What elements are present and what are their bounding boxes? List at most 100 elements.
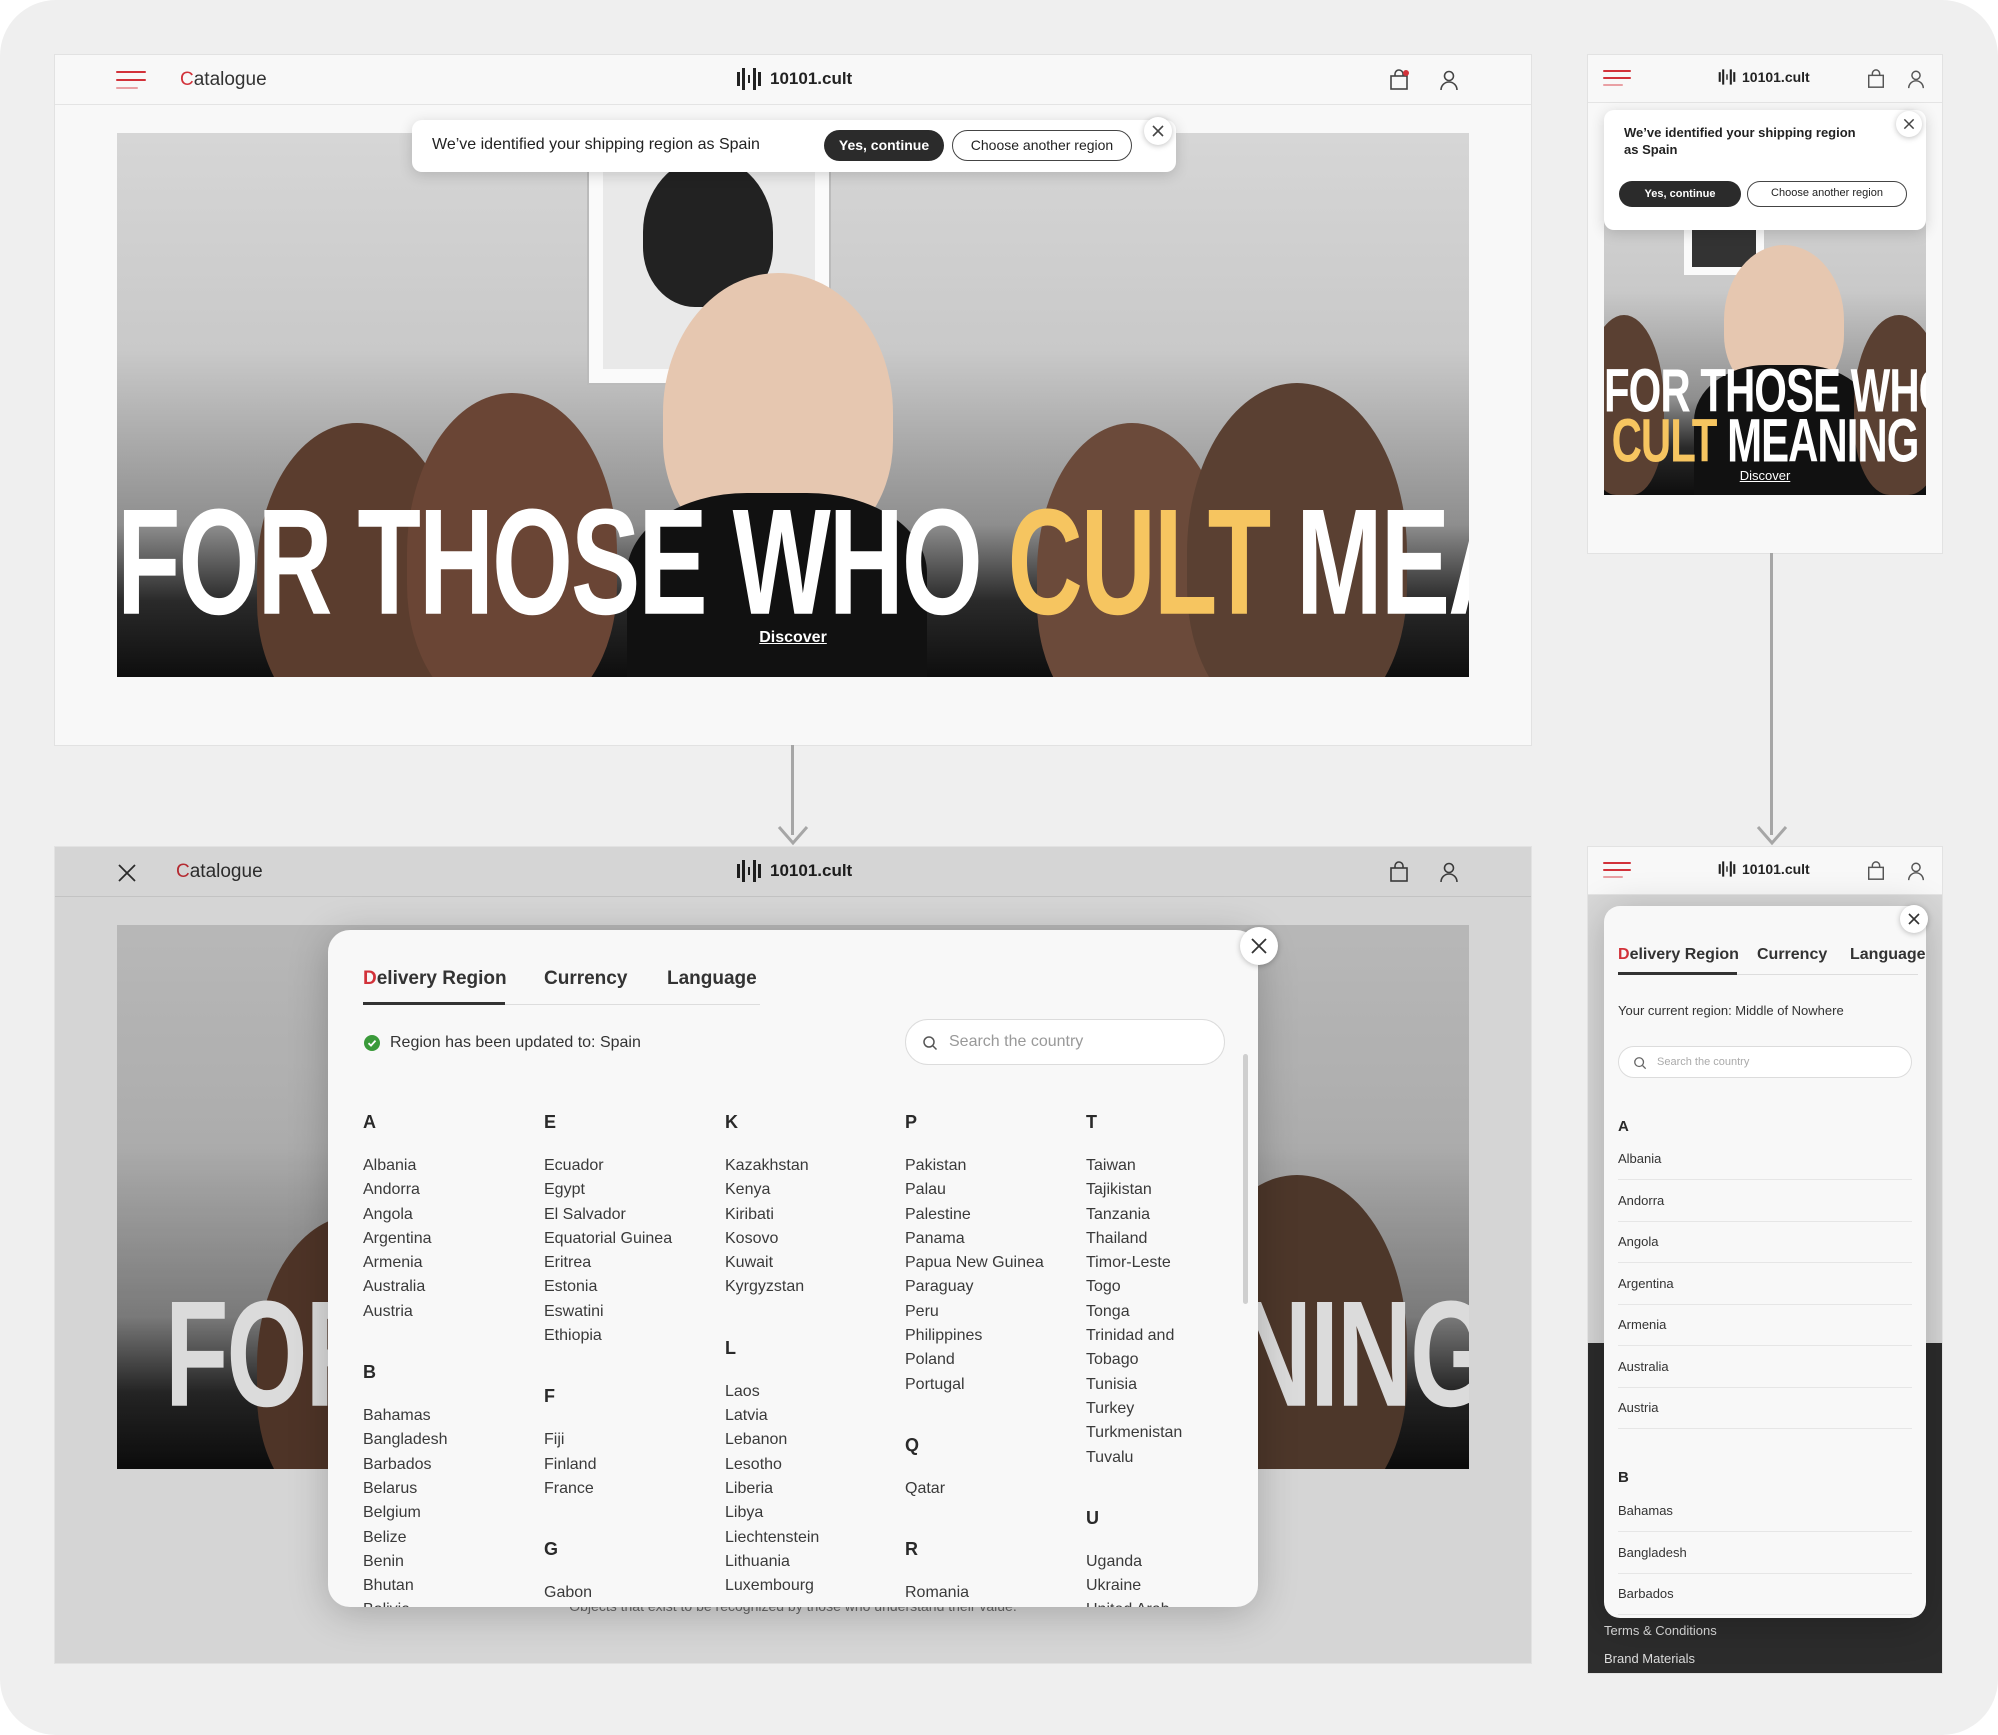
country-item[interactable]: Equatorial Guinea: [544, 1227, 714, 1251]
country-item[interactable]: Kuwait: [725, 1251, 895, 1275]
country-item[interactable]: Laos: [725, 1380, 895, 1404]
country-item[interactable]: Turkmenistan: [1086, 1421, 1256, 1445]
country-item[interactable]: Kenya: [725, 1178, 895, 1202]
country-item[interactable]: Pakistan: [905, 1154, 1075, 1178]
country-item[interactable]: Eswatini: [544, 1300, 714, 1324]
discover-link[interactable]: Discover: [1604, 468, 1926, 483]
country-item[interactable]: Barbados: [1618, 1574, 1912, 1615]
tab-delivery-region[interactable]: Delivery Region: [1618, 946, 1739, 964]
tab-currency[interactable]: Currency: [544, 968, 627, 990]
country-item[interactable]: Liberia: [725, 1477, 895, 1501]
country-item[interactable]: Kyrgyzstan: [725, 1275, 895, 1299]
logo[interactable]: 10101.cult: [1718, 860, 1810, 878]
country-item[interactable]: Latvia: [725, 1404, 895, 1428]
logo[interactable]: 10101.cult: [736, 67, 852, 91]
tab-language[interactable]: Language: [667, 968, 757, 990]
country-item[interactable]: Togo: [1086, 1275, 1256, 1299]
country-item[interactable]: Finland: [544, 1453, 714, 1477]
country-item[interactable]: Ukraine: [1086, 1574, 1256, 1598]
country-item[interactable]: Australia: [1618, 1347, 1912, 1388]
menu-icon[interactable]: [1603, 862, 1633, 882]
country-item[interactable]: Timor-Leste: [1086, 1251, 1256, 1275]
yes-continue-button[interactable]: Yes, continue: [824, 130, 944, 161]
country-item[interactable]: Kiribati: [725, 1203, 895, 1227]
country-item[interactable]: Lithuania: [725, 1550, 895, 1574]
country-item[interactable]: Armenia: [1618, 1305, 1912, 1346]
country-item[interactable]: Tunisia: [1086, 1373, 1256, 1397]
country-item[interactable]: Lebanon: [725, 1428, 895, 1452]
country-item[interactable]: United Arab: [1086, 1598, 1256, 1607]
country-item[interactable]: Tuvalu: [1086, 1446, 1256, 1470]
country-item[interactable]: Trinidad and: [1086, 1324, 1256, 1348]
search-input[interactable]: Search the country: [1618, 1046, 1912, 1078]
country-item[interactable]: Taiwan: [1086, 1154, 1256, 1178]
country-item[interactable]: Tajikistan: [1086, 1178, 1256, 1202]
country-item[interactable]: Liechtenstein: [725, 1526, 895, 1550]
country-item[interactable]: Belarus: [363, 1477, 533, 1501]
country-item[interactable]: Uganda: [1086, 1550, 1256, 1574]
country-item[interactable]: Tonga: [1086, 1300, 1256, 1324]
country-item[interactable]: Eritrea: [544, 1251, 714, 1275]
tab-language[interactable]: Language: [1850, 946, 1926, 964]
country-item[interactable]: Belize: [363, 1526, 533, 1550]
country-item[interactable]: Kosovo: [725, 1227, 895, 1251]
country-item[interactable]: Paraguay: [905, 1275, 1075, 1299]
country-item[interactable]: Albania: [363, 1154, 533, 1178]
country-item[interactable]: Qatar: [905, 1477, 1075, 1501]
country-item[interactable]: Austria: [1618, 1388, 1912, 1429]
choose-region-button[interactable]: Choose another region: [1747, 181, 1907, 207]
country-item[interactable]: Angola: [363, 1203, 533, 1227]
country-item[interactable]: France: [544, 1477, 714, 1501]
country-item[interactable]: Panama: [905, 1227, 1075, 1251]
close-modal-button[interactable]: [1240, 927, 1278, 965]
country-item[interactable]: Argentina: [1618, 1264, 1912, 1305]
tab-currency[interactable]: Currency: [1757, 946, 1827, 964]
close-modal-button[interactable]: [1900, 905, 1928, 933]
country-item[interactable]: Argentina: [363, 1227, 533, 1251]
choose-region-button[interactable]: Choose another region: [952, 130, 1132, 161]
country-item[interactable]: Bahamas: [1618, 1491, 1912, 1532]
logo[interactable]: 10101.cult: [1718, 68, 1810, 86]
country-item[interactable]: Romania: [905, 1581, 1075, 1605]
country-item[interactable]: Gabon: [544, 1581, 714, 1605]
close-banner-button[interactable]: [1144, 117, 1172, 145]
country-item[interactable]: Barbados: [363, 1453, 533, 1477]
country-item[interactable]: Austria: [363, 1300, 533, 1324]
bag-icon[interactable]: [1388, 69, 1410, 91]
country-item[interactable]: Australia: [363, 1275, 533, 1299]
bag-icon[interactable]: [1866, 861, 1886, 881]
user-icon[interactable]: [1438, 69, 1460, 91]
footer-link-brand[interactable]: Brand Materials: [1604, 1651, 1695, 1666]
user-icon[interactable]: [1906, 861, 1926, 881]
country-item[interactable]: El Salvador: [544, 1203, 714, 1227]
country-item[interactable]: Luxembourg: [725, 1574, 895, 1598]
user-icon[interactable]: [1906, 69, 1926, 89]
yes-continue-button[interactable]: Yes, continue: [1619, 181, 1741, 207]
country-item[interactable]: Bhutan: [363, 1574, 533, 1598]
country-item[interactable]: Poland: [905, 1348, 1075, 1372]
country-item[interactable]: Tobago: [1086, 1348, 1256, 1372]
country-item[interactable]: Andorra: [1618, 1181, 1912, 1222]
menu-icon[interactable]: [1603, 70, 1633, 90]
country-item[interactable]: Benin: [363, 1550, 533, 1574]
country-item[interactable]: Thailand: [1086, 1227, 1256, 1251]
country-item[interactable]: Bahamas: [363, 1404, 533, 1428]
country-item[interactable]: Albania: [1618, 1139, 1912, 1180]
country-item[interactable]: Andorra: [363, 1178, 533, 1202]
country-item[interactable]: Egypt: [544, 1178, 714, 1202]
bag-icon[interactable]: [1866, 69, 1886, 89]
country-item[interactable]: Angola: [1618, 1222, 1912, 1263]
catalogue-link[interactable]: Catalogue: [180, 69, 267, 91]
country-item[interactable]: Lesotho: [725, 1453, 895, 1477]
country-item[interactable]: Bangladesh: [363, 1428, 533, 1452]
scrollbar[interactable]: [1243, 1054, 1248, 1304]
country-item[interactable]: Palestine: [905, 1203, 1075, 1227]
menu-icon[interactable]: [116, 71, 146, 91]
country-item[interactable]: Armenia: [363, 1251, 533, 1275]
country-item[interactable]: Kazakhstan: [725, 1154, 895, 1178]
country-item[interactable]: Gambia: [544, 1606, 714, 1607]
country-item[interactable]: Turkey: [1086, 1397, 1256, 1421]
country-item[interactable]: Papua New Guinea: [905, 1251, 1075, 1275]
footer-link-terms[interactable]: Terms & Conditions: [1604, 1623, 1717, 1638]
country-item[interactable]: Fiji: [544, 1428, 714, 1452]
